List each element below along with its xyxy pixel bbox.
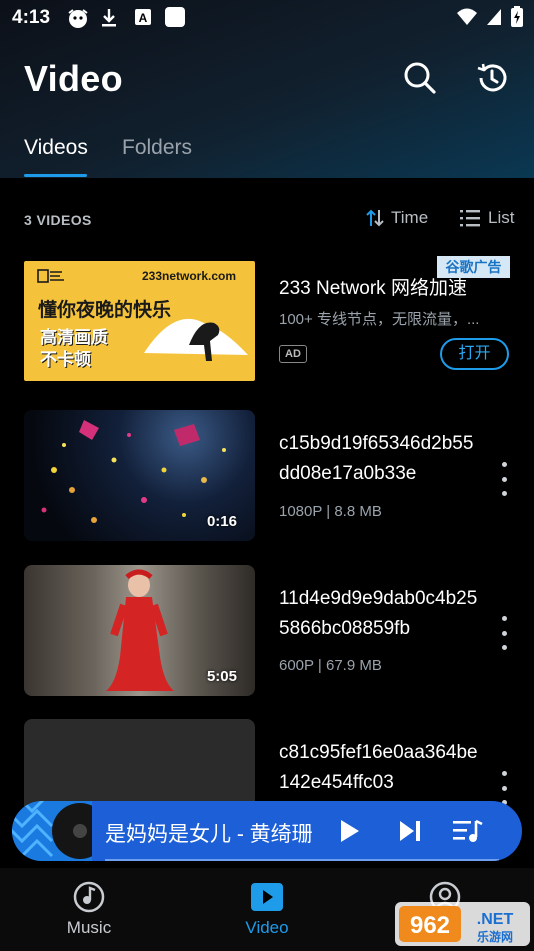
wifi-icon [457,8,477,25]
status-time: 4:13 [12,7,51,28]
ad-description: 100+ 专线节点，无限流量，... [279,311,480,328]
mini-player[interactable]: 是妈妈是女儿 - 黄绮珊 [12,801,522,861]
video-count: 3 VIDEOS [24,212,92,228]
playback-progress [105,859,499,861]
history-button[interactable] [472,58,512,98]
playlist-button[interactable] [452,815,484,847]
video-duration: 5:05 [206,668,237,685]
ad-banner-image[interactable]: 233network.com 懂你夜晚的快乐 高清画质 不卡顿 [24,261,255,381]
tab-videos[interactable]: Videos [24,136,88,160]
ad-banner-line3: 不卡顿 [40,350,91,369]
video-meta: 1080P | 8.8 MB [279,503,382,520]
watermark-logo: 962 .NET 乐游网 [395,902,530,946]
play-button[interactable] [334,815,366,847]
tab-bar: Videos Folders [0,128,534,178]
nav-video-label: Video [245,918,289,937]
nav-music-label: Music [66,918,112,937]
video-meta: 600P | 67.9 MB [279,657,382,674]
play-icon [341,820,359,842]
list-toolbar: 3 VIDEOS Time List [0,196,534,244]
app-square-icon [165,7,185,27]
video-thumbnail[interactable]: 5:05 [24,565,255,696]
play-square-icon [251,883,283,911]
video-title[interactable]: c81c95fef16e0aa364be142e454ffc03 [279,738,479,798]
playlist-icon [453,819,483,842]
next-track-button[interactable] [394,815,426,847]
ad-title[interactable]: 233 Network 网络加速 [279,273,467,300]
ad-banner-domain: 233network.com [142,269,237,283]
signal-icon [487,9,501,25]
now-playing-title: 是妈妈是女儿 - 黄绮珊 [105,823,313,846]
text-a-icon: A [135,9,151,25]
svg-text:乐游网: 乐游网 [477,929,513,944]
page-title: Video [24,58,123,99]
svg-text:.NET: .NET [477,911,514,928]
video-more-button[interactable] [492,616,516,650]
tab-folders[interactable]: Folders [122,136,192,160]
nav-video[interactable]: Video [222,880,312,938]
video-title[interactable]: 11d4e9d9e9dab0c4b255866bc08859fb [279,584,479,644]
site-watermark: 962 .NET 乐游网 [395,900,530,948]
video-title[interactable]: c15b9d19f65346d2b55dd08e17a0b33e [279,429,479,489]
ad-badge: AD [279,345,307,363]
sort-button[interactable]: Time [365,208,428,228]
search-button[interactable] [400,58,440,98]
video-thumbnail[interactable]: 0:16 [24,410,255,541]
sort-label: Time [391,208,429,227]
battery-charging-icon [511,6,523,27]
list-icon [460,210,480,227]
download-icon [102,9,116,27]
music-disc-icon [73,881,105,913]
svg-text:962: 962 [410,912,450,939]
svg-text:A: A [139,11,148,25]
nav-music[interactable]: Music [44,880,134,938]
ad-open-button[interactable]: 打开 [440,338,509,370]
video-more-button[interactable] [492,462,516,496]
view-mode-button[interactable]: List [460,208,514,228]
notification-app-icon [68,9,88,28]
tab-active-indicator [24,174,87,177]
view-mode-label: List [488,208,515,227]
album-art [12,801,92,861]
video-more-button[interactable] [492,771,516,805]
skip-next-icon [400,821,420,841]
sort-arrows-icon [366,209,384,227]
video-duration: 0:16 [206,513,237,530]
status-bar: 4:13 A [0,0,534,36]
search-icon [404,62,436,94]
history-icon [477,63,507,92]
ad-banner-line1: 懂你夜晚的快乐 [38,300,172,321]
